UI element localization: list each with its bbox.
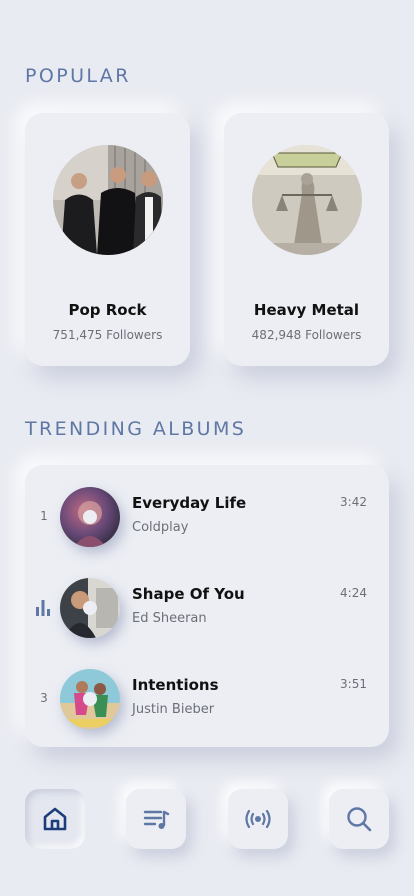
album-disc-everyday-life <box>60 487 120 547</box>
radio-icon <box>245 809 271 829</box>
trending-albums-section-title: TRENDING ALBUMS <box>25 418 247 440</box>
genre-name: Heavy Metal <box>253 301 360 319</box>
album-disc-intentions <box>60 669 120 729</box>
album-row-everyday-life[interactable]: 1 Everyday Life Coldplay 3:42 <box>25 485 389 549</box>
genre-card-pop-rock[interactable]: Pop Rock 751,475 Followers <box>25 113 190 366</box>
music-home-screen: POPULAR Pop Rock 751,475 Followers Heavy… <box>0 0 414 896</box>
equalizer-icon <box>34 598 52 616</box>
genre-card-heavy-metal[interactable]: Heavy Metal 482,948 Followers <box>224 113 389 366</box>
disc-center-hole <box>83 601 97 615</box>
home-icon <box>43 807 67 831</box>
album-duration: 3:51 <box>340 677 367 691</box>
nav-playlist-button[interactable] <box>126 789 186 849</box>
album-artist: Ed Sheeran <box>132 611 207 626</box>
album-artist: Justin Bieber <box>132 702 215 717</box>
genre-followers: 751,475 Followers <box>52 328 163 342</box>
disc-center-hole <box>83 510 97 524</box>
genre-followers: 482,948 Followers <box>251 328 362 342</box>
album-title: Shape Of You <box>132 585 245 603</box>
nav-search-button[interactable] <box>329 789 389 849</box>
album-title: Everyday Life <box>132 494 247 512</box>
disc-center-hole <box>83 692 97 706</box>
popular-section-title: POPULAR <box>25 65 131 87</box>
album-disc-shape-of-you <box>60 578 120 638</box>
album-rank: 3 <box>40 691 48 705</box>
search-icon <box>347 807 372 832</box>
genre-image-pop-rock <box>53 145 163 255</box>
album-artist: Coldplay <box>132 520 189 535</box>
album-rank: 1 <box>40 509 48 523</box>
genre-image-heavy-metal <box>252 145 362 255</box>
album-row-intentions[interactable]: 3 Intentions Justin Bieber 3:51 <box>25 667 389 731</box>
genre-name: Pop Rock <box>68 301 147 319</box>
album-title: Intentions <box>132 676 219 694</box>
album-duration: 3:42 <box>340 495 367 509</box>
nav-home-button[interactable] <box>25 789 85 849</box>
album-row-shape-of-you[interactable]: Shape Of You Ed Sheeran 4:24 <box>25 576 389 640</box>
nav-radio-button[interactable] <box>228 789 288 849</box>
playlist-icon <box>143 810 170 829</box>
trending-albums-list: 1 Everyday Life Coldplay 3:42 Shape Of Y… <box>25 465 389 747</box>
album-duration: 4:24 <box>340 586 367 600</box>
